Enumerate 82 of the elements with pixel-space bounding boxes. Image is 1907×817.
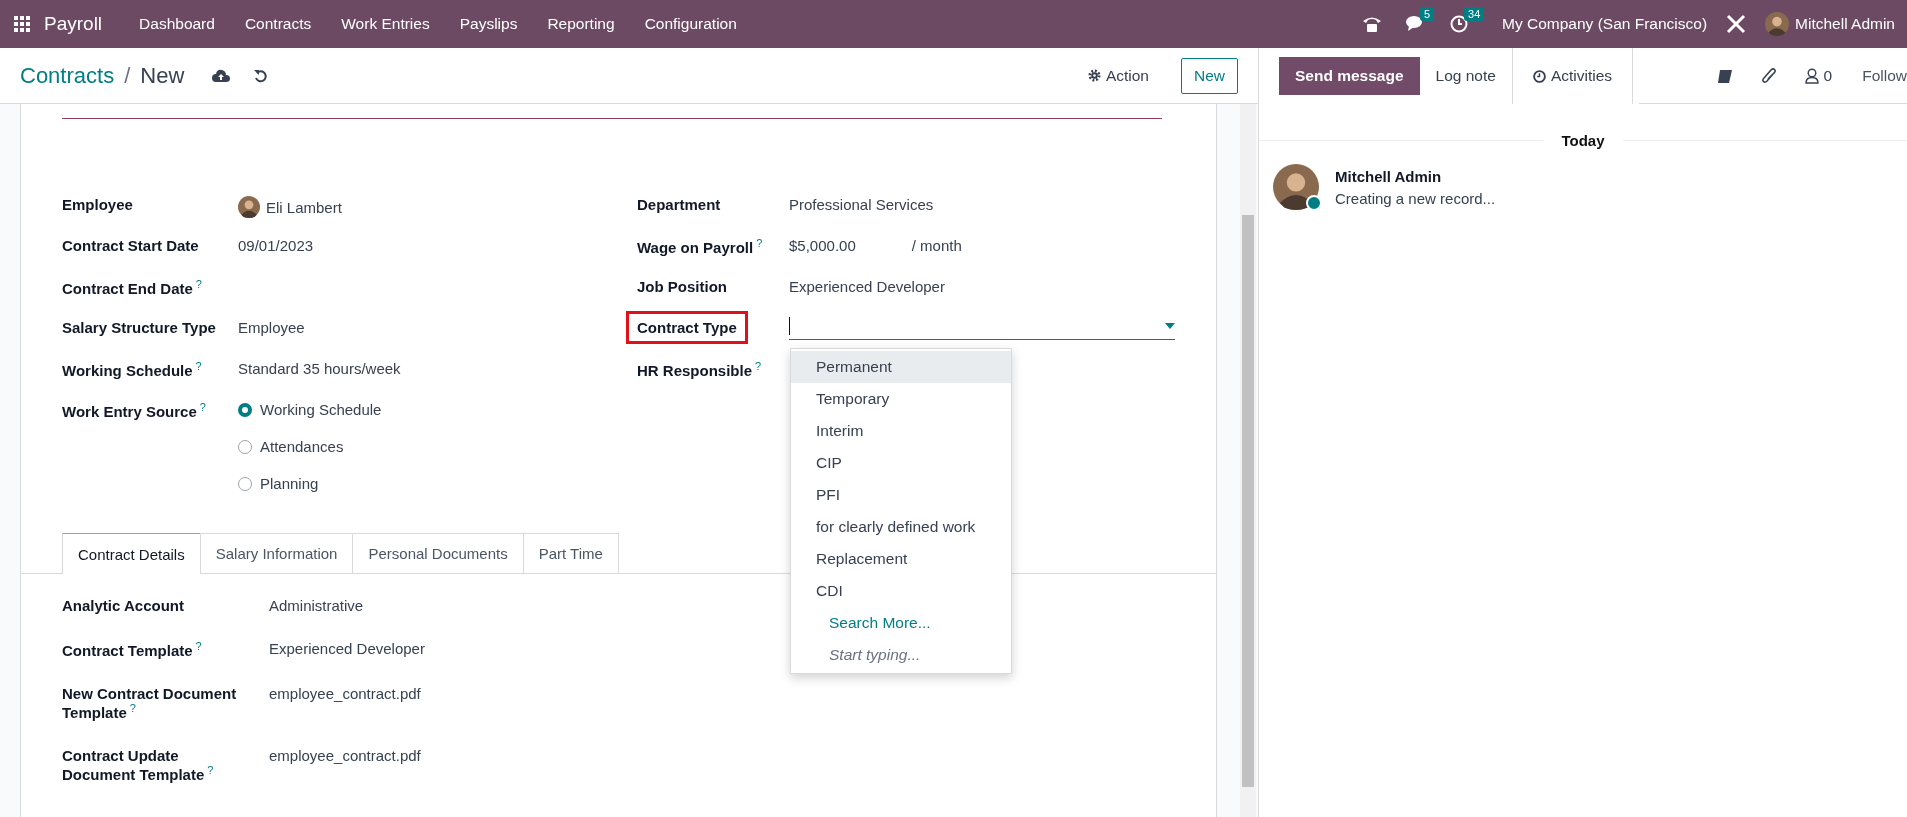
field-label: Wage on Payroll $^{?}$ <box>637 239 763 256</box>
clock-icon <box>1532 69 1546 83</box>
unit-label: / month <box>911 237 962 254</box>
field-value[interactable]: Experienced Developer <box>269 640 425 657</box>
field-value[interactable]: $5,000.00 <box>789 237 856 254</box>
action-button[interactable]: Action <box>1087 66 1149 85</box>
field-label: Job Position <box>637 278 727 295</box>
dropdown-option[interactable]: CIP <box>791 447 1011 479</box>
tab[interactable]: Contract Details <box>62 533 201 574</box>
clock-icon[interactable] <box>1450 15 1469 33</box>
field-label: Employee <box>62 196 133 213</box>
followers-button[interactable]: 0 <box>1804 67 1833 85</box>
author-avatar <box>1273 164 1319 210</box>
dropdown-option[interactable]: for clearly defined work <box>791 511 1011 543</box>
field-label: Working Schedule $^{?}$ <box>62 362 202 379</box>
breadcrumb-link[interactable]: Contracts <box>20 62 115 89</box>
field-value[interactable]: Eli Lambert <box>266 198 342 216</box>
undo-icon[interactable] <box>254 68 269 83</box>
notification-badge: 5 <box>1420 7 1435 21</box>
field-value[interactable]: 09/01/2023 <box>238 237 314 254</box>
date-separator: Today <box>1560 131 1606 149</box>
message-text: Creating a new record... <box>1335 190 1496 207</box>
dropdown-option[interactable]: Permanent <box>791 351 1011 383</box>
menu-item[interactable]: Contracts <box>229 15 327 33</box>
dropdown-option[interactable]: Interim <box>791 415 1011 447</box>
phone-icon[interactable] <box>1362 15 1383 33</box>
apps-menu-icon[interactable] <box>14 16 30 32</box>
menu-item[interactable]: Configuration <box>629 15 752 33</box>
dropdown-option[interactable]: CDI <box>791 575 1011 607</box>
field-label: Department <box>637 196 721 213</box>
field-label: Salary Structure Type <box>62 319 216 336</box>
cloud-upload-icon[interactable] <box>212 68 231 83</box>
hint-text: Start typing... <box>828 645 922 665</box>
menu-item[interactable]: Payslips <box>444 15 533 33</box>
avatar <box>238 196 260 218</box>
field-label: Contract Template $^{?}$ <box>62 640 202 659</box>
field-label: Work Entry Source $^{?}$ <box>62 403 206 420</box>
user-name[interactable]: Mitchell Admin <box>1795 15 1895 33</box>
field-label: HR Responsible $^{?}$ <box>637 362 762 379</box>
user-avatar <box>1765 12 1790 36</box>
radio-label[interactable]: Working Schedule <box>260 401 382 418</box>
field-value[interactable]: Experienced Developer <box>789 278 945 295</box>
field-value[interactable]: employee_contract.pdf <box>269 685 421 702</box>
dropdown-option[interactable]: Replacement <box>791 543 1011 575</box>
caret-icon <box>1165 322 1175 329</box>
field-label: New Contract Document Template $^{?}$ <box>62 685 238 721</box>
dropdown-option[interactable]: PFI <box>791 479 1011 511</box>
menu-item[interactable]: Work Entries <box>326 15 445 33</box>
company-name[interactable]: My Company (San Francisco) <box>1502 15 1708 33</box>
field-value[interactable]: employee_contract.pdf <box>269 747 421 764</box>
person-icon <box>1804 68 1819 84</box>
radio-button[interactable] <box>238 439 252 454</box>
app-name[interactable]: Payroll <box>44 13 103 35</box>
field-value[interactable]: Administrative <box>269 597 364 614</box>
field-value[interactable]: Standard 35 hours/week <box>238 360 401 377</box>
field-value[interactable]: Professional Services <box>789 196 934 213</box>
field-label: Contract Update Document Template $^{?}$ <box>62 747 215 783</box>
paperclip-icon[interactable] <box>1760 67 1777 85</box>
scrollbar[interactable] <box>1240 104 1256 817</box>
field-label: Contract Start Date <box>62 237 199 254</box>
new-button[interactable]: New <box>1181 57 1238 94</box>
radio-button[interactable] <box>238 476 252 491</box>
activities-button[interactable]: Activities <box>1511 48 1634 104</box>
message-author: Mitchell Admin <box>1335 168 1443 185</box>
radio-button[interactable] <box>238 402 252 417</box>
field-value[interactable]: Employee <box>238 319 305 336</box>
radio-label[interactable]: Attendances <box>260 438 344 455</box>
menu-item[interactable]: Reporting <box>532 15 630 33</box>
field-label: Contract Type <box>637 319 737 336</box>
gear-icon <box>1087 69 1101 82</box>
composer-button[interactable]: Send message <box>1279 57 1420 95</box>
breadcrumb-separator: / <box>124 62 131 89</box>
notification-badge: 34 <box>1464 7 1485 21</box>
radio-label[interactable]: Planning <box>260 475 319 492</box>
search-more-link[interactable]: Search More... <box>791 607 1011 639</box>
field-label: Contract End Date $^{?}$ <box>62 280 202 297</box>
follow-button[interactable]: Follow <box>1862 67 1907 85</box>
breadcrumb-current: New <box>140 62 185 89</box>
tab[interactable]: Part Time <box>522 533 619 573</box>
field-label: Analytic Account <box>62 597 184 614</box>
menu-item[interactable]: Dashboard <box>124 15 230 33</box>
dropdown-option[interactable]: Temporary <box>791 383 1011 415</box>
